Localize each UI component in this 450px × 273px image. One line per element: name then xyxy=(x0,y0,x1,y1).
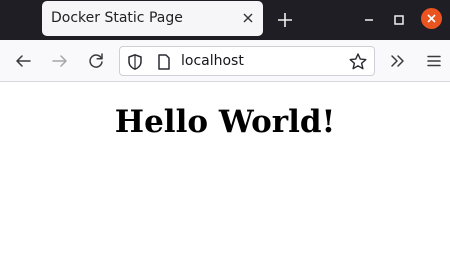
tab-docker-static-page[interactable]: Docker Static Page xyxy=(42,1,263,36)
page-content: Hello World! xyxy=(0,83,450,273)
page-icon[interactable] xyxy=(156,53,172,71)
arrow-right-icon[interactable] xyxy=(49,50,71,72)
reload-icon[interactable] xyxy=(85,50,107,72)
page-heading: Hello World! xyxy=(114,104,336,140)
star-icon[interactable] xyxy=(348,52,368,72)
navigation-toolbar: localhost xyxy=(0,40,450,82)
plus-icon[interactable] xyxy=(274,9,296,31)
chevron-double-right-icon[interactable] xyxy=(386,50,408,72)
tab-bar: Docker Static Page xyxy=(0,0,450,40)
hamburger-menu-icon[interactable] xyxy=(423,50,445,72)
arrow-left-icon[interactable] xyxy=(12,50,34,72)
url-text[interactable]: localhost xyxy=(181,53,244,69)
shield-icon[interactable] xyxy=(126,53,144,71)
maximize-icon[interactable] xyxy=(388,9,410,31)
minimize-icon[interactable] xyxy=(358,9,380,31)
close-icon[interactable] xyxy=(241,11,255,25)
url-bar[interactable]: localhost xyxy=(119,46,375,76)
tab-title: Docker Static Page xyxy=(51,10,183,26)
window-close-icon[interactable] xyxy=(421,8,442,29)
